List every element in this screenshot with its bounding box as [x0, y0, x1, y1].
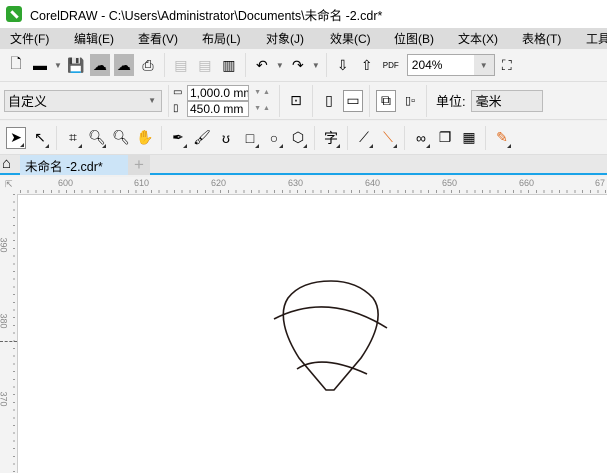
- drawing-canvas[interactable]: [17, 194, 607, 473]
- pen-tool-icon[interactable]: ✒: [168, 127, 188, 149]
- ellipse-tool-icon[interactable]: ○: [264, 127, 284, 149]
- add-tab-button[interactable]: +: [128, 155, 150, 175]
- ruler-label: 600: [58, 178, 74, 188]
- ruler-label: 370: [0, 391, 9, 407]
- paste-icon[interactable]: ▥: [219, 54, 239, 76]
- page-size-value: 自定义: [8, 94, 48, 109]
- redo-icon[interactable]: ↷: [288, 54, 308, 76]
- window-title: CorelDRAW - C:\Users\Administrator\Docum…: [30, 8, 383, 23]
- undo-icon[interactable]: ↶: [252, 54, 272, 76]
- units-select[interactable]: 毫米: [470, 89, 543, 112]
- menu-bitmap[interactable]: 位图(B): [388, 30, 452, 47]
- drawing: [273, 280, 388, 391]
- current-page-icon[interactable]: ▯▫: [400, 90, 420, 112]
- cone-outline: [282, 280, 379, 391]
- ruler-origin-icon[interactable]: ⇱: [5, 179, 13, 190]
- zoom-level-value: 204%: [411, 58, 443, 72]
- ruler-label: 620: [211, 178, 227, 188]
- add-tab-label: +: [134, 155, 144, 174]
- width-spinner[interactable]: ▼ ▲: [249, 89, 275, 96]
- print-icon[interactable]: ⎙: [138, 54, 158, 76]
- open-folder-icon[interactable]: ▬: [30, 54, 50, 76]
- menu-file[interactable]: 文件(F): [4, 30, 68, 47]
- page-size-select[interactable]: 自定义 ▼: [4, 89, 162, 112]
- menu-tools[interactable]: 工具: [580, 30, 607, 47]
- cloud-download-icon[interactable]: ☁: [89, 54, 110, 76]
- menu-edit[interactable]: 编辑(E): [68, 30, 132, 47]
- page-width-icon: ▭: [173, 87, 183, 98]
- import-icon[interactable]: ⇩: [333, 54, 353, 76]
- brush-tool-icon[interactable]: 🖌: [192, 127, 212, 149]
- transparency-icon[interactable]: ▦: [459, 127, 479, 149]
- upper-arc: [273, 306, 388, 329]
- ruler-label: 67: [595, 178, 606, 188]
- open-dropdown-icon[interactable]: ▼: [54, 61, 62, 70]
- dimension-tool-icon[interactable]: ⟋: [354, 127, 374, 149]
- ruler-label: 640: [365, 178, 381, 188]
- home-icon[interactable]: ⌂: [2, 155, 11, 172]
- new-document-icon[interactable]: 🗋: [6, 54, 26, 76]
- ruler-label: 660: [519, 178, 535, 188]
- menu-bar: 文件(F) 编辑(E) 查看(V) 布局(L) 对象(J) 效果(C) 位图(B…: [0, 28, 607, 49]
- toolbox: ➤ ↖ ⌗ 🔍︎ 🔍︎ ✋ ✒ 🖌 ʊ □ ○ ⬡ 字 ⟋ ⟍ ∞ ❐ ▦ ✎: [0, 121, 607, 155]
- portrait-icon[interactable]: ▯: [319, 90, 339, 112]
- ruler-label: 650: [442, 178, 458, 188]
- height-spinner[interactable]: ▼ ▲: [249, 105, 275, 112]
- ruler-label: 610: [134, 178, 150, 188]
- tab-document[interactable]: 未命名 -2.cdr*: [20, 155, 128, 175]
- menu-object[interactable]: 对象(J): [260, 30, 324, 47]
- shape-tool-icon[interactable]: ↖: [30, 127, 50, 149]
- chevron-down-icon[interactable]: ▼: [473, 55, 494, 75]
- menu-text[interactable]: 文本(X): [452, 30, 516, 47]
- page-width-input[interactable]: 1,000.0 mm: [187, 84, 249, 101]
- rectangle-tool-icon[interactable]: □: [240, 127, 260, 149]
- title-bar: CorelDRAW - C:\Users\Administrator\Docum…: [0, 0, 607, 28]
- pan-hand-icon[interactable]: ✋: [135, 127, 155, 149]
- full-screen-icon[interactable]: ⛶: [497, 54, 517, 76]
- menu-view[interactable]: 查看(V): [132, 30, 196, 47]
- eyedropper-icon[interactable]: ✎: [492, 127, 512, 149]
- publish-pdf-icon[interactable]: PDF: [381, 54, 401, 76]
- pick-tool-icon[interactable]: ➤: [6, 126, 26, 149]
- crop-tool-icon[interactable]: ⌗: [63, 127, 83, 149]
- page-height-input[interactable]: 450.0 mm: [187, 100, 249, 117]
- tab-document-label: 未命名 -2.cdr*: [25, 159, 103, 174]
- vertical-ruler[interactable]: 390 380 370: [0, 194, 17, 473]
- landscape-icon[interactable]: ▭: [343, 89, 363, 112]
- zoom-level-select[interactable]: 204% ▼: [406, 54, 495, 76]
- text-tool-icon[interactable]: 字: [321, 127, 341, 149]
- coreldraw-logo-icon: [6, 6, 22, 22]
- menu-effects[interactable]: 效果(C): [324, 30, 388, 47]
- chevron-down-icon: ▼: [148, 96, 156, 105]
- property-bar: 自定义 ▼ ▭ 1,000.0 mm ▼ ▲ ▯ 450.0 mm ▼ ▲ ⊡ ▯ ▭ ⧉…: [0, 82, 607, 120]
- curve-tool-icon[interactable]: ʊ: [216, 127, 236, 149]
- horizontal-ruler[interactable]: ⇱ 600 610 620 630 640 650 660 67: [0, 177, 607, 194]
- polygon-tool-icon[interactable]: ⬡: [288, 127, 308, 149]
- connector-tool-icon[interactable]: ⟍: [378, 127, 398, 149]
- export-icon[interactable]: ⇧: [357, 54, 377, 76]
- standard-toolbar: 🗋 ▬ ▼ 💾 ☁ ☁ ⎙ ▤ ▤ ▥ ↶ ▼ ↷ ▼ ⇩ ⇧ PDF 204% ▼ ⛶: [0, 49, 607, 82]
- units-value: 毫米: [475, 94, 502, 109]
- cloud-upload-icon[interactable]: ☁: [113, 54, 134, 76]
- drop-shadow-icon[interactable]: ❐: [435, 127, 455, 149]
- all-pages-icon[interactable]: ⧉: [376, 89, 396, 112]
- ruler-label: 630: [288, 178, 304, 188]
- ruler-label: 390: [0, 237, 9, 253]
- copy-icon[interactable]: ▤: [195, 54, 215, 76]
- save-icon[interactable]: 💾: [66, 54, 86, 76]
- page-resize-icon[interactable]: ⊡: [286, 90, 306, 112]
- undo-dropdown-icon[interactable]: ▼: [276, 61, 284, 70]
- document-tab-bar: ⌂ 未命名 -2.cdr* +: [0, 155, 607, 175]
- zoom-tool-icon[interactable]: 🔍︎: [87, 127, 107, 149]
- menu-table[interactable]: 表格(T): [516, 30, 580, 47]
- page-height-icon: ▯: [173, 103, 179, 114]
- blend-tool-icon[interactable]: ∞: [411, 127, 431, 149]
- menu-layout[interactable]: 布局(L): [196, 30, 260, 47]
- zoom-out-icon[interactable]: 🔍︎: [111, 127, 131, 149]
- ruler-label: 380: [0, 313, 9, 329]
- redo-dropdown-icon[interactable]: ▼: [312, 61, 320, 70]
- cut-icon[interactable]: ▤: [171, 54, 191, 76]
- units-label: 单位:: [436, 94, 466, 109]
